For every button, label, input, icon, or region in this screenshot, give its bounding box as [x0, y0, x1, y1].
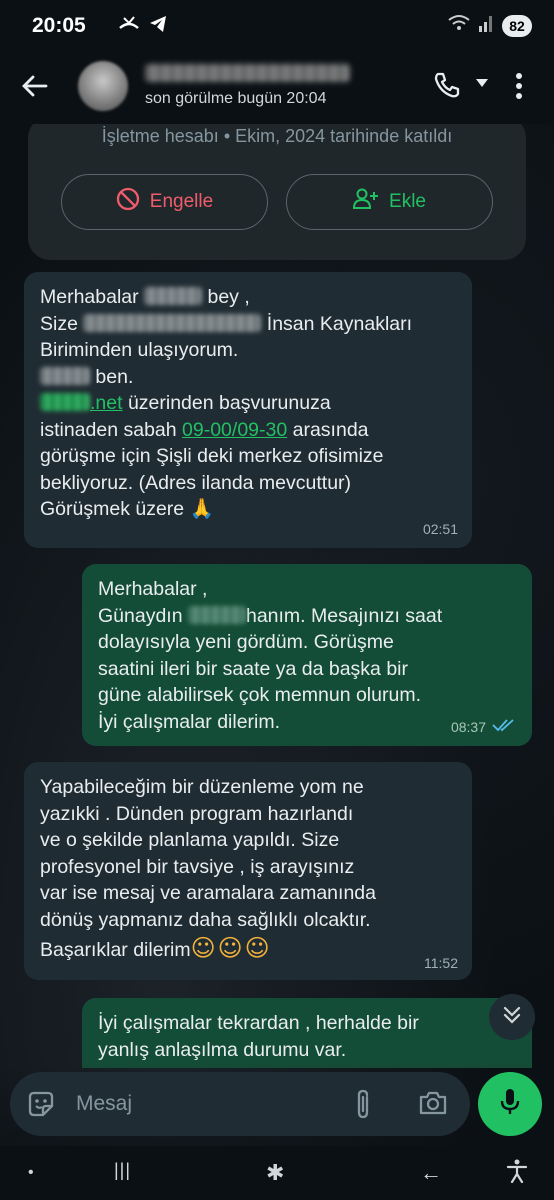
camera-icon[interactable] — [418, 1090, 448, 1121]
contact-name[interactable] — [145, 64, 350, 82]
caret-down-icon[interactable] — [474, 76, 490, 95]
message-text: Yapabileceğim bir düzenleme yom ne — [40, 776, 364, 798]
sticker-icon[interactable] — [26, 1089, 56, 1124]
telegram-icon — [148, 14, 168, 39]
back-icon[interactable]: ← — [420, 1160, 442, 1186]
message-text: Biriminden ulaşıyorum. — [40, 339, 239, 361]
message-text: var ise mesaj ve aramalara zamanında — [40, 882, 376, 904]
business-info-text: İşletme hesabı • Ekim, 2024 tarihinde ka… — [101, 126, 453, 146]
recents-icon[interactable]: ||| — [114, 1160, 131, 1181]
message-bubble-outgoing[interactable]: Merhabalar , Günaydın hanım. Mesajınızı … — [82, 564, 532, 746]
add-person-icon — [353, 188, 379, 216]
add-contact-button[interactable]: Ekle — [286, 174, 493, 230]
block-icon — [116, 187, 140, 217]
redacted-company — [83, 313, 262, 332]
status-bar: 20:05 82 — [0, 0, 554, 54]
message-text: Günaydın — [98, 604, 188, 627]
redacted-name — [144, 287, 203, 305]
message-text: arasında — [287, 418, 369, 441]
system-nav-bar: • ||| ✱ ← — [0, 1146, 554, 1200]
voice-message-button[interactable] — [478, 1072, 542, 1136]
home-icon[interactable]: ✱ — [266, 1160, 284, 1186]
message-text: dönüş yapmanız daha sağlıklı olcaktır. — [40, 908, 371, 931]
message-bubble-incoming[interactable]: Yapabileceğim bir düzenleme yom ne yazık… — [24, 762, 472, 980]
scroll-to-bottom-button[interactable] — [489, 994, 535, 1040]
message-text: Size — [40, 312, 84, 335]
message-text: Merhabalar , — [98, 578, 208, 600]
status-time: 20:05 — [32, 14, 86, 37]
message-link[interactable]: .net — [90, 392, 123, 414]
chat-header: son görülme bugün 20:04 — [0, 54, 554, 124]
message-text: bey , — [202, 286, 250, 308]
message-text: profesyonel bir tavsiye , iş arayışınız — [40, 855, 355, 878]
message-time: 02:51 — [422, 520, 458, 537]
back-arrow-icon[interactable] — [20, 71, 50, 106]
message-text: Görüşmek üzere — [40, 498, 190, 520]
message-text: görüşme için Şişli deki merkez ofisimize — [40, 445, 384, 467]
missed-call-icon — [118, 14, 140, 39]
block-label: Engelle — [149, 191, 214, 212]
last-seen: son görülme bugün 20:04 — [145, 90, 327, 107]
business-info-card: İşletme hesabı • Ekim, 2024 tarihinde ka… — [28, 116, 526, 260]
signal-icon — [478, 14, 494, 37]
add-label: Ekle — [389, 191, 426, 212]
message-composer: Mesaj — [10, 1072, 470, 1136]
message-text: İyi çalışmalar tekrardan , herhalde bir — [98, 1012, 419, 1034]
message-text: ben. — [90, 365, 134, 388]
message-text: güne alabilirsek çok memnun olurum. — [98, 684, 421, 706]
message-time: 11:52 — [424, 954, 458, 971]
microphone-icon — [499, 1087, 521, 1122]
nav-dot: • — [28, 1164, 34, 1181]
redacted-name — [40, 366, 90, 385]
praying-hands-emoji: 🙏 — [189, 497, 214, 520]
message-text: hanım. Mesajınızı saat — [245, 604, 443, 627]
wifi-icon — [448, 14, 470, 37]
smiling-emoji: ☺☺☺ — [190, 934, 272, 962]
message-text: yazıkki . Dünden program hazırlandı — [40, 802, 354, 825]
message-text: üzerinden başvurunuza — [122, 392, 331, 414]
message-text: bekliyoruz. (Adres ilanda mevcuttur) — [40, 471, 352, 494]
double-check-read-icon — [492, 713, 518, 740]
message-text: İnsan Kaynakları — [261, 312, 413, 335]
redacted-link[interactable] — [40, 393, 90, 411]
paperclip-icon[interactable] — [353, 1088, 373, 1125]
message-time-link[interactable]: 09-00/09-30 — [182, 419, 287, 441]
message-text: saatini ileri bir saate ya da başka bir — [98, 657, 408, 680]
block-button[interactable]: Engelle — [61, 174, 268, 230]
message-text: istinaden sabah — [40, 418, 183, 441]
message-time: 08:37 — [450, 718, 486, 735]
accessibility-icon[interactable] — [506, 1158, 528, 1190]
message-text: dolayısıyla yeni gördüm. Görüşme — [98, 631, 394, 653]
phone-icon[interactable] — [432, 70, 462, 105]
message-text: yanlış anlaşılma durumu var. — [98, 1038, 347, 1061]
message-text: Başarıklar dilerim — [40, 939, 191, 961]
more-vert-icon[interactable] — [514, 71, 524, 106]
redacted-name — [187, 605, 246, 624]
avatar[interactable] — [78, 61, 128, 111]
message-bubble-outgoing[interactable]: İyi çalışmalar tekrardan , herhalde bir … — [82, 998, 532, 1068]
message-text: Merhabalar — [40, 286, 145, 308]
message-bubble-incoming[interactable]: Merhabalar bey , Size İnsan Kaynakları B… — [24, 272, 472, 548]
double-chevron-down-icon — [501, 1004, 523, 1031]
battery-icon: 82 — [502, 14, 532, 37]
message-input[interactable]: Mesaj — [76, 1092, 132, 1116]
message-text: ve o şekilde planlama yapıldı. Size — [40, 829, 340, 851]
